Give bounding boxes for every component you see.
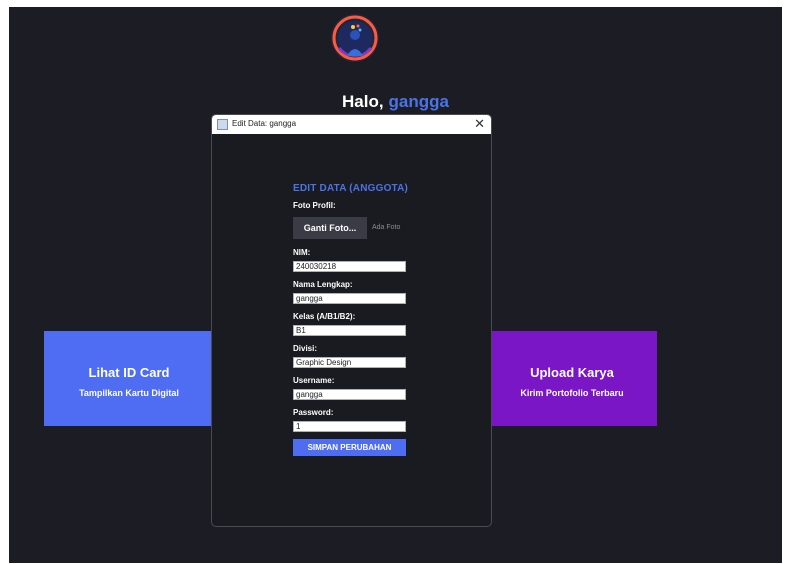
upload-karya-button[interactable]: Upload Karya Kirim Portofolio Terbaru [487,331,657,426]
id-card-subtitle: Tampilkan Kartu Digital [79,388,179,398]
app-logo [331,14,379,62]
id-card-title: Lihat ID Card [88,365,170,380]
nim-label: NIM: [293,248,311,257]
nim-field[interactable]: 240030218 [293,261,406,272]
change-photo-button[interactable]: Ganti Foto... [293,217,367,239]
nama-field[interactable]: gangga [293,293,406,304]
edit-form: EDIT DATA (ANGGOTA) Foto Profil: Ganti F… [293,183,413,456]
form-heading: EDIT DATA (ANGGOTA) [293,183,409,194]
kelas-label: Kelas (A/B1/B2): [293,312,356,321]
id-card-button[interactable]: Lihat ID Card Tampilkan Kartu Digital [44,331,214,426]
edit-data-dialog: Edit Data: gangga ✕ EDIT DATA (ANGGOTA) … [211,114,492,527]
logo-icon [332,15,378,61]
password-label: Password: [293,408,334,417]
greeting-heading: Halo, gangga [9,92,782,112]
password-field[interactable]: 1 [293,421,406,432]
upload-karya-subtitle: Kirim Portofolio Terbaru [520,388,624,398]
photo-status: Ada Foto [372,224,401,231]
dialog-title: Edit Data: gangga [232,119,297,128]
save-changes-button[interactable]: SIMPAN PERUBAHAN [293,439,406,456]
greeting-username: gangga [388,92,449,111]
divisi-label: Divisi: [293,344,318,353]
upload-karya-title: Upload Karya [530,365,614,380]
dialog-titlebar[interactable]: Edit Data: gangga ✕ [212,115,491,134]
photo-row: Ganti Foto... Ada Foto [293,217,413,239]
kelas-field[interactable]: B1 [293,325,406,336]
username-field[interactable]: gangga [293,389,406,400]
app-window-icon [217,119,228,130]
greeting-prefix: Halo, [341,92,384,111]
photo-label: Foto Profil: [293,201,336,210]
nama-label: Nama Lengkap: [293,280,353,289]
username-label: Username: [293,376,335,385]
divisi-field[interactable]: Graphic Design [293,357,406,368]
close-icon[interactable]: ✕ [474,116,485,132]
